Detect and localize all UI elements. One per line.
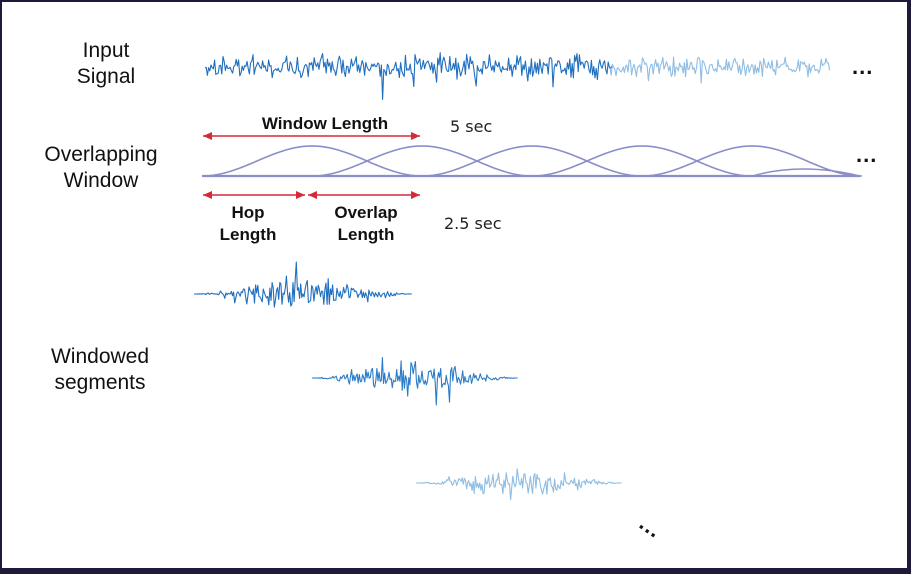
overlap-length-arrow-head-left: [308, 191, 317, 199]
hop-length-label-line2: Length: [219, 225, 277, 244]
windowed-segment-2: [312, 356, 518, 406]
windowed-segments-label-line2: segments: [54, 371, 146, 394]
input-signal-label-line2: Signal: [76, 65, 136, 88]
overlap-length-arrow-head-right: [411, 191, 420, 199]
diagram-canvas: Input Signal Overlapping Window Windowed…: [2, 2, 907, 568]
window-curve-1: [201, 145, 423, 177]
window-curve-3: [421, 145, 643, 177]
input-signal-label-line1: Input: [82, 39, 130, 62]
window-curve-5: [641, 145, 863, 177]
windowed-segment-3: [416, 468, 622, 501]
overlap-length-label: Overlap Length: [316, 202, 416, 246]
window-length-label: Window Length: [261, 114, 389, 133]
hop-length-label: Hop Length: [198, 202, 298, 246]
overlap-duration-note: 2.5 sec: [444, 214, 502, 233]
window-curve-4: [531, 145, 753, 177]
input-signal-waveform-dark: [204, 52, 613, 100]
windowed-segments-label-line1: Windowed: [50, 345, 150, 368]
overlapping-window-label-line2: Window: [63, 169, 139, 192]
overlap-length-label-line2: Length: [337, 225, 395, 244]
hop-length-arrow-head-right: [296, 191, 305, 199]
overlap-length-label-line1: Overlap: [334, 203, 398, 222]
windowed-segment-1: [194, 261, 412, 308]
signal-continuation-ellipsis: ...: [852, 54, 874, 79]
window-duration-note: 5 sec: [450, 117, 493, 136]
hop-length-arrow-head-left: [203, 191, 212, 199]
window-curve-2: [311, 145, 533, 177]
hop-length-label-line1: Hop: [231, 203, 265, 222]
input-signal-waveform-light: [609, 56, 831, 84]
window-continuation-ellipsis: ...: [856, 142, 878, 167]
window-length-arrow-head-left: [203, 132, 212, 140]
overlapping-window-label: Overlapping Window: [20, 142, 182, 194]
windowed-segments-label: Windowed segments: [30, 344, 170, 396]
input-signal-label: Input Signal: [50, 38, 162, 90]
overlapping-window-label-line1: Overlapping: [44, 143, 158, 166]
